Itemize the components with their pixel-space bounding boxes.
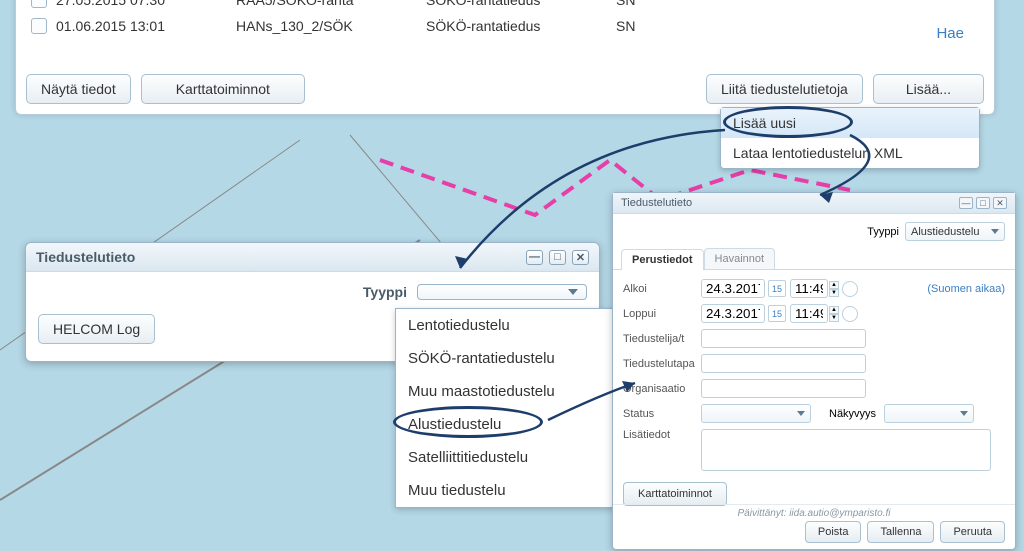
close-icon[interactable]: ✕ <box>572 250 589 265</box>
time-up-icon[interactable]: ▲ <box>829 281 839 289</box>
organisation-input[interactable] <box>701 379 866 398</box>
add-dropdown: Lisää uusi Lataa lentotiedustelun XML <box>720 107 980 169</box>
tab-basic[interactable]: Perustiedot <box>621 249 704 270</box>
calendar-icon[interactable]: 15 <box>768 280 786 297</box>
type-option[interactable]: Muu maastotiedustelu <box>396 375 624 408</box>
fi-time-note: (Suomen aikaa) <box>927 283 1005 295</box>
add-button[interactable]: Lisää... <box>873 74 984 104</box>
chevron-down-icon <box>960 411 968 416</box>
clock-icon[interactable] <box>842 306 858 322</box>
minimize-icon[interactable]: — <box>526 250 543 265</box>
visibility-select[interactable] <box>884 404 974 423</box>
extra-info-input[interactable] <box>701 429 991 471</box>
menu-item-load-xml[interactable]: Lataa lentotiedustelun XML <box>721 138 979 168</box>
cancel-button[interactable]: Peruuta <box>940 521 1005 543</box>
type-select[interactable] <box>417 284 587 300</box>
search-link[interactable]: Hae <box>936 25 964 42</box>
map-functions-button[interactable]: Karttatoiminnot <box>623 482 727 506</box>
dialog-title: Tiedustelutieto <box>36 249 135 265</box>
cell-name: RAA5/SOKO-ranta <box>236 0 426 8</box>
row-checkbox[interactable] <box>31 0 47 8</box>
results-panel: 27.05.2015 07:30 RAA5/SOKO-ranta SOKO-ra… <box>15 0 995 115</box>
attach-recon-button[interactable]: Liitä tiedustelutietoja <box>706 74 863 104</box>
recon-detail-dialog: Tiedustelutieto — □ ✕ Tyyppi Alustiedust… <box>612 192 1016 550</box>
end-date-input[interactable] <box>701 304 765 323</box>
cell-type: SOKO-rantatiedus <box>426 0 616 8</box>
label-visibility: Näkyvyys <box>829 408 876 420</box>
map-functions-button[interactable]: Karttatoiminnot <box>141 74 305 104</box>
cell-code: SN <box>616 18 706 34</box>
chevron-down-icon <box>797 411 805 416</box>
tab-observations[interactable]: Havainnot <box>704 248 776 269</box>
time-down-icon[interactable]: ▼ <box>829 289 839 297</box>
start-time-input[interactable] <box>790 279 828 298</box>
show-details-button[interactable]: Näytä tiedot <box>26 74 131 104</box>
label-status: Status <box>623 408 701 420</box>
clock-icon[interactable] <box>842 281 858 297</box>
cell-date: 01.06.2015 13:01 <box>56 18 236 34</box>
close-icon[interactable]: ✕ <box>993 197 1007 209</box>
cell-name: HANs_130_2/SÖK <box>236 18 426 34</box>
label-observers: Tiedustelija/t <box>623 333 701 345</box>
status-select[interactable] <box>701 404 811 423</box>
maximize-icon[interactable]: □ <box>976 197 990 209</box>
label-extra: Lisätiedot <box>623 429 701 441</box>
method-input[interactable] <box>701 354 866 373</box>
type-label: Tyyppi <box>867 226 899 238</box>
save-button[interactable]: Tallenna <box>867 521 934 543</box>
type-select[interactable]: Alustiedustelu <box>905 222 1005 241</box>
label-started: Alkoi <box>623 283 701 295</box>
type-value: Alustiedustelu <box>911 226 980 238</box>
time-down-icon[interactable]: ▼ <box>829 314 839 322</box>
delete-button[interactable]: Poista <box>805 521 862 543</box>
helcom-log-button[interactable]: HELCOM Log <box>38 314 155 344</box>
type-option[interactable]: Alustiedustelu <box>396 408 624 441</box>
cell-code: SN <box>616 0 706 8</box>
type-options-list: Lentotiedustelu SÖKÖ-rantatiedustelu Muu… <box>395 308 625 508</box>
end-time-input[interactable] <box>790 304 828 323</box>
row-checkbox[interactable] <box>31 18 47 34</box>
start-date-input[interactable] <box>701 279 765 298</box>
type-label: Tyyppi <box>363 284 407 300</box>
time-up-icon[interactable]: ▲ <box>829 306 839 314</box>
table-row: 01.06.2015 13:01 HANs_130_2/SÖK SÖKÖ-ran… <box>22 13 988 39</box>
label-organisation: Organisaatio <box>623 383 701 395</box>
minimize-icon[interactable]: — <box>959 197 973 209</box>
label-ended: Loppui <box>623 308 701 320</box>
observers-input[interactable] <box>701 329 866 348</box>
chevron-down-icon <box>568 289 578 295</box>
dialog-title: Tiedustelutieto <box>621 197 692 209</box>
table-row: 27.05.2015 07:30 RAA5/SOKO-ranta SOKO-ra… <box>22 0 988 13</box>
label-method: Tiedustelutapa <box>623 358 701 370</box>
cell-type: SÖKÖ-rantatiedus <box>426 18 616 34</box>
type-option[interactable]: SÖKÖ-rantatiedustelu <box>396 342 624 375</box>
type-option[interactable]: Lentotiedustelu <box>396 309 624 342</box>
updated-by-text: Päivittänyt: iida.autio@ymparisto.fi <box>613 504 1015 519</box>
calendar-icon[interactable]: 15 <box>768 305 786 322</box>
cell-date: 27.05.2015 07:30 <box>56 0 236 8</box>
type-option[interactable]: Satelliittitiedustelu <box>396 441 624 474</box>
chevron-down-icon <box>991 229 999 234</box>
maximize-icon[interactable]: □ <box>549 250 566 265</box>
type-option[interactable]: Muu tiedustelu <box>396 474 624 507</box>
menu-item-add-new[interactable]: Lisää uusi <box>721 108 979 138</box>
